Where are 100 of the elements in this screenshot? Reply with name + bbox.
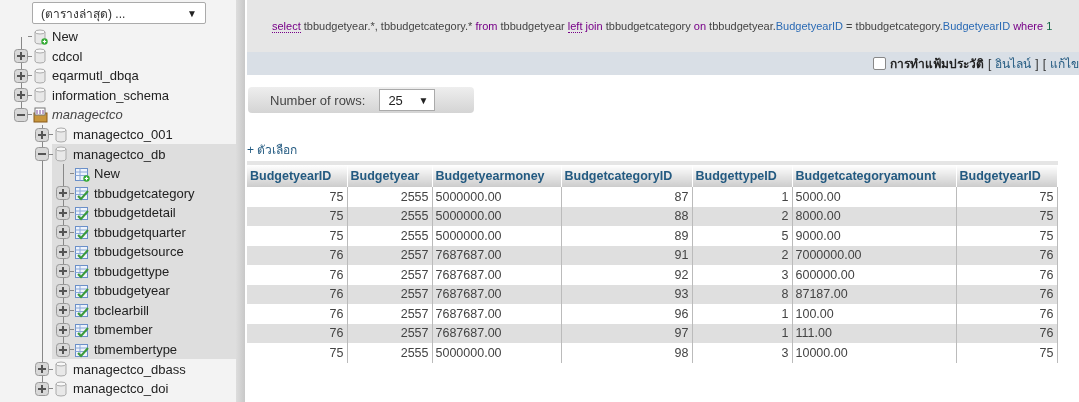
tree-item[interactable]: New xyxy=(94,166,120,182)
expand-icon[interactable] xyxy=(56,303,70,318)
column-header[interactable]: Budgetcategoryamount xyxy=(792,163,956,187)
tree-item[interactable]: managectco_dbass xyxy=(73,361,186,377)
rows-dropdown[interactable]: 25 ▼ xyxy=(379,89,436,111)
tree-item[interactable]: eqarmutl_dbqa xyxy=(52,68,139,84)
collapse-icon[interactable] xyxy=(35,147,49,162)
column-header[interactable]: BudgetcategoryID xyxy=(561,163,692,187)
tree-item[interactable]: managectco_doi xyxy=(73,381,169,397)
profiling-link[interactable]: อินไลน์ xyxy=(995,54,1032,73)
profiling-link[interactable]: แก้ไข xyxy=(1050,54,1079,73)
table-icon xyxy=(74,282,90,299)
table-cell: 9000.00 xyxy=(792,226,956,246)
table-cell: 5000000.00 xyxy=(432,187,561,207)
database-icon xyxy=(32,67,48,84)
table-cell: 100.00 xyxy=(792,304,956,324)
table-cell: 76 xyxy=(247,304,347,324)
tree-item[interactable]: managectco xyxy=(52,107,123,123)
table-cell: 2555 xyxy=(347,226,432,246)
expand-icon[interactable] xyxy=(35,381,49,396)
table-cell: 2555 xyxy=(347,343,432,363)
expand-icon[interactable] xyxy=(56,283,70,298)
table-cell: 7687687.00 xyxy=(432,284,561,304)
table-cell: 76 xyxy=(956,265,1057,285)
table-cell: 75 xyxy=(247,226,347,246)
options-link[interactable]: + ตัวเลือก xyxy=(247,140,298,159)
tree-item[interactable]: information_schema xyxy=(52,87,170,103)
sql-query: select tbbudgetyear.*, tbbudgetcategory.* from tbbudgetyear left join tbbudgetcategory on tbbudgetyear.BudgetyearID = tbbudgetcategory.BudgetyearID where 1 xyxy=(272,20,1053,32)
table-icon xyxy=(74,224,90,241)
table-cell: 8 xyxy=(692,284,792,304)
tree-item[interactable]: managectco_db xyxy=(73,146,166,162)
table-icon xyxy=(74,263,90,280)
table-icon xyxy=(74,302,90,319)
column-header[interactable]: BudgettypeID xyxy=(692,163,792,187)
table-cell: 75 xyxy=(956,226,1057,246)
column-header[interactable]: Budgetyearmoney xyxy=(432,163,561,187)
database-plus-icon xyxy=(32,28,48,45)
tree-item[interactable]: managectco_001 xyxy=(73,127,173,142)
database-icon xyxy=(32,48,48,65)
table-cell: 76 xyxy=(247,284,347,304)
table-cell: 2557 xyxy=(347,245,432,265)
profiling-checkbox[interactable] xyxy=(872,57,886,70)
rows-label: Number of rows: xyxy=(270,92,366,108)
table-cell: 7687687.00 xyxy=(432,323,561,343)
table-cell: 97 xyxy=(561,323,692,343)
tree-item[interactable]: New xyxy=(52,29,78,45)
table-cell: 76 xyxy=(247,245,347,265)
expand-icon[interactable] xyxy=(56,244,70,259)
database-icon xyxy=(32,87,48,104)
table-cell: 5000000.00 xyxy=(432,343,561,363)
table-filter-dropdown[interactable]: (ตารางล่าสุด) ... ▼ xyxy=(32,2,206,24)
expand-icon[interactable] xyxy=(14,68,28,83)
table-cell: 76 xyxy=(956,323,1057,343)
column-header[interactable]: Budgetyear xyxy=(347,163,432,187)
table-cell: 75 xyxy=(247,343,347,363)
collapse-icon[interactable] xyxy=(14,107,28,122)
table-plus-icon xyxy=(74,165,90,182)
profiling-label: การทำแฟ้มประวัติ xyxy=(889,56,984,73)
expand-icon[interactable] xyxy=(35,127,49,142)
table-cell: 5 xyxy=(692,226,792,246)
table-cell: 2555 xyxy=(347,187,432,207)
expand-icon[interactable] xyxy=(56,264,70,279)
table-icon xyxy=(74,185,90,202)
table-cell: 600000.00 xyxy=(792,265,956,285)
table-cell: 89 xyxy=(561,226,692,246)
expand-icon[interactable] xyxy=(14,88,28,103)
table-cell: 7000000.00 xyxy=(792,245,956,265)
table-cell: 7687687.00 xyxy=(432,304,561,324)
bracket: [ xyxy=(1042,56,1046,71)
table-cell: 91 xyxy=(561,245,692,265)
table-cell: 2557 xyxy=(347,323,432,343)
table-cell: 76 xyxy=(247,265,347,285)
table-cell: 75 xyxy=(956,206,1057,226)
expand-icon[interactable] xyxy=(56,342,70,357)
table-cell: 2555 xyxy=(347,206,432,226)
column-header[interactable]: BudgetyearID xyxy=(956,163,1057,187)
database-icon xyxy=(53,146,69,163)
table-cell: 7687687.00 xyxy=(432,265,561,285)
expand-icon[interactable] xyxy=(56,322,70,337)
expand-icon[interactable] xyxy=(14,49,28,64)
table-cell: 88 xyxy=(561,206,692,226)
table-cell: 87 xyxy=(561,187,692,207)
expand-icon[interactable] xyxy=(35,362,49,377)
table-cell: 111.00 xyxy=(792,323,956,343)
table-cell: 98 xyxy=(561,343,692,363)
table-cell: 2557 xyxy=(347,265,432,285)
column-header[interactable]: BudgetyearID xyxy=(247,163,347,187)
table-cell: 5000.00 xyxy=(792,187,956,207)
bracket: ] xyxy=(1035,56,1039,71)
table-cell: 3 xyxy=(692,265,792,285)
tree-item[interactable]: cdcol xyxy=(52,48,83,64)
table-cell: 2557 xyxy=(347,284,432,304)
table-cell: 3 xyxy=(692,343,792,363)
expand-icon[interactable] xyxy=(56,186,70,201)
table-icon xyxy=(74,243,90,260)
table-icon xyxy=(74,341,90,358)
expand-icon[interactable] xyxy=(56,225,70,240)
database-icon xyxy=(53,380,69,397)
table-cell: 2 xyxy=(692,245,792,265)
expand-icon[interactable] xyxy=(56,205,70,220)
